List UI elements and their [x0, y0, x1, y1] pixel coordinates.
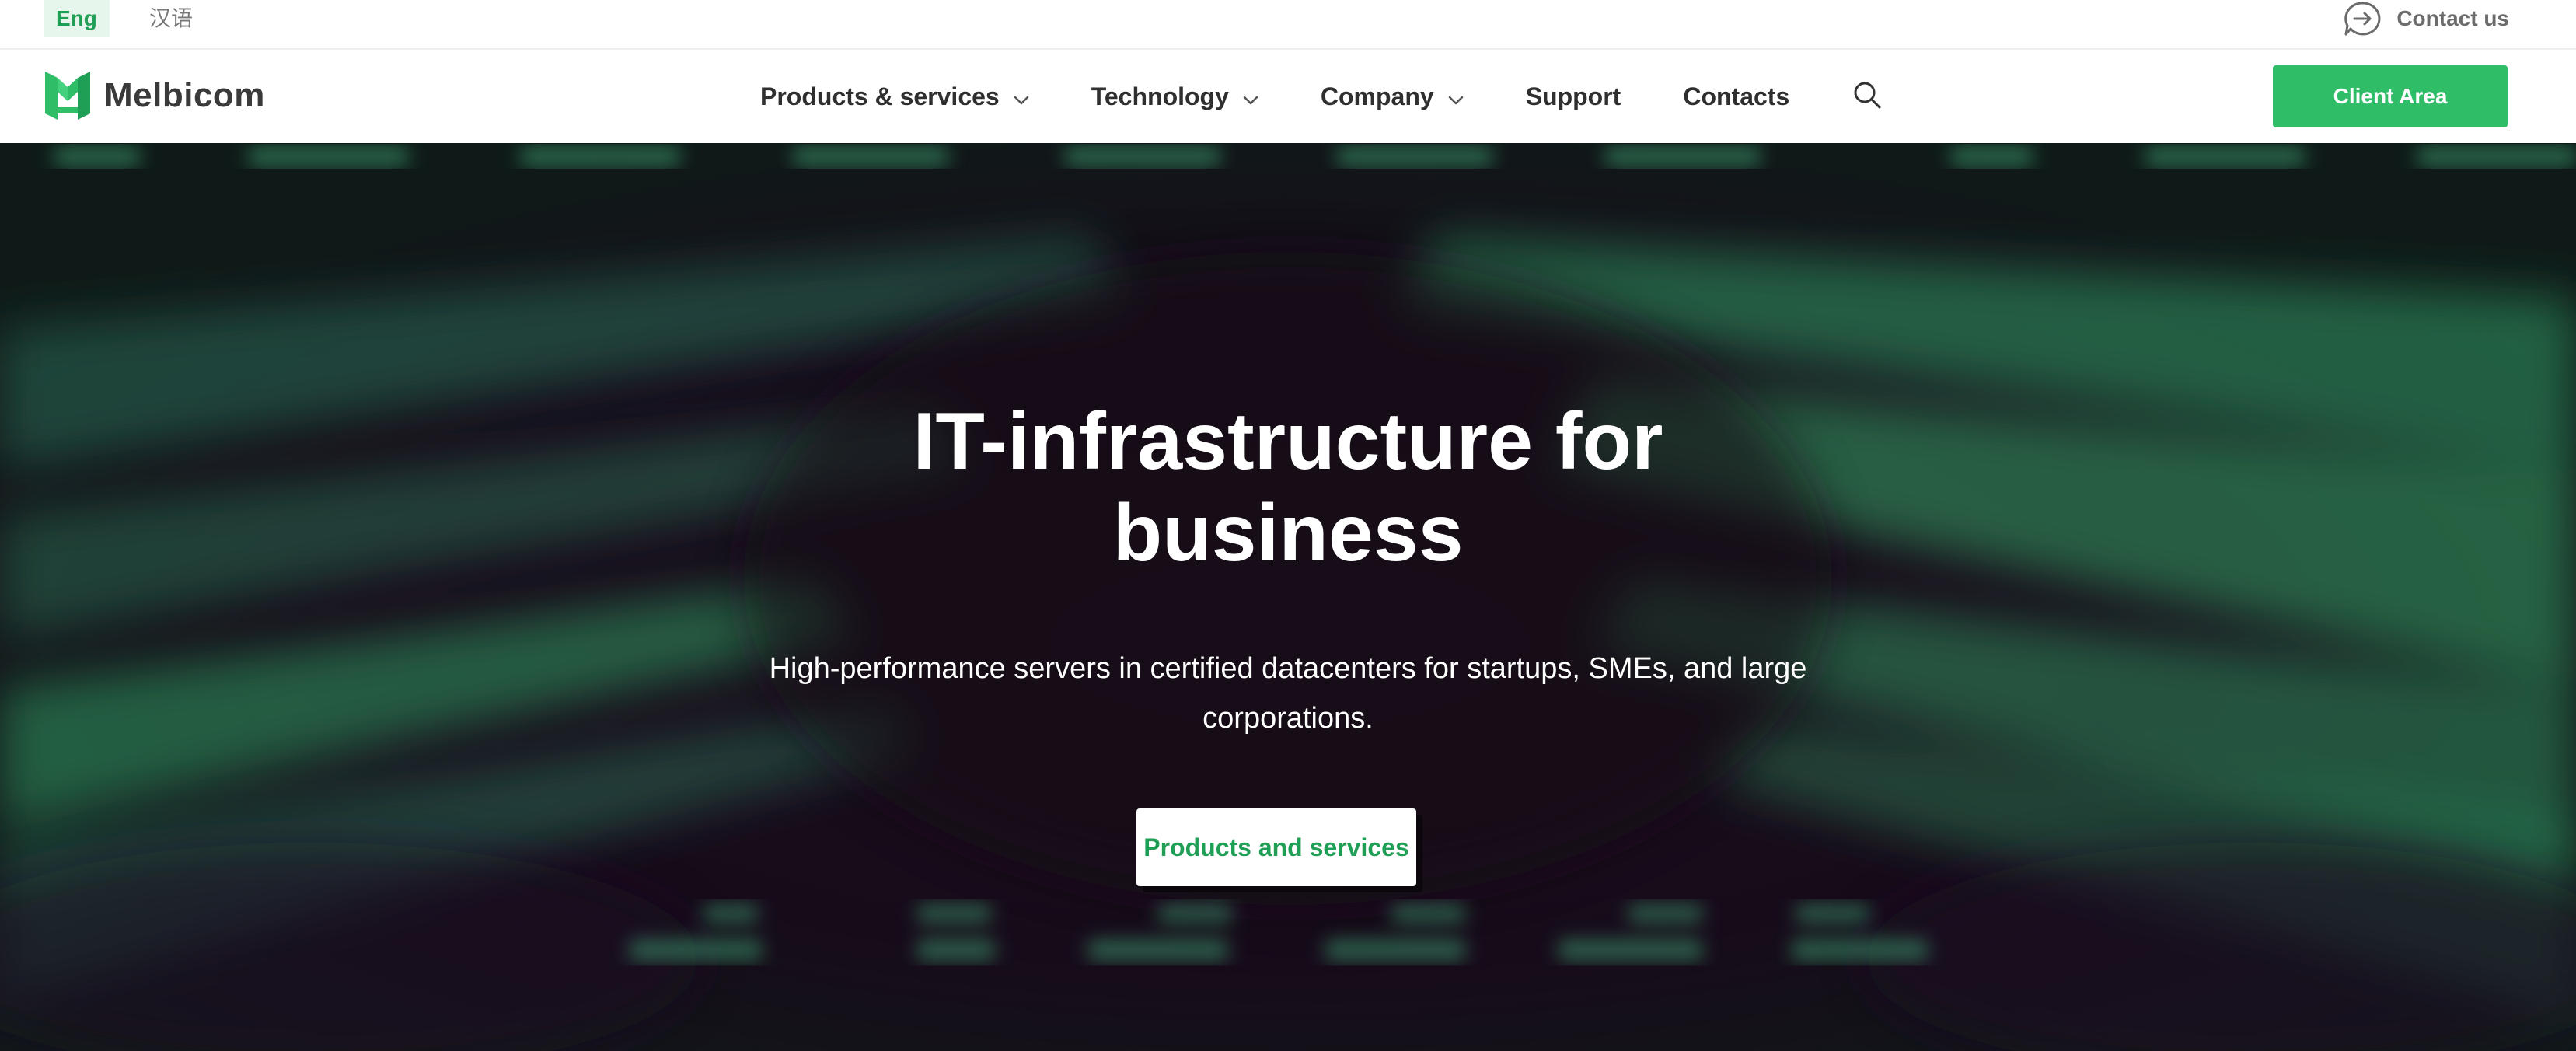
top-utility-bar: Eng 汉语 Contact us: [0, 0, 2576, 50]
chevron-down-icon: [1448, 82, 1464, 111]
nav-item-products-services[interactable]: Products & services: [760, 82, 1029, 111]
chat-arrow-icon: [2344, 1, 2382, 37]
hero-content: IT-infrastructure for business High-perf…: [0, 143, 2576, 1051]
nav-item-label: Contacts: [1683, 82, 1790, 110]
hero-section: IT-infrastructure for business High-perf…: [0, 143, 2576, 1051]
search-icon: [1852, 79, 1883, 114]
contact-us-label: Contact us: [2396, 6, 2509, 30]
nav-item-technology[interactable]: Technology: [1091, 82, 1258, 111]
main-navbar: Melbicom Products & services Technology …: [0, 50, 2576, 143]
nav-item-support[interactable]: Support: [1526, 82, 1621, 111]
nav-item-company[interactable]: Company: [1321, 82, 1464, 111]
client-area-button[interactable]: Client Area: [2273, 65, 2508, 127]
nav-item-label: Support: [1525, 82, 1621, 110]
chevron-down-icon: [1014, 82, 1029, 111]
search-button[interactable]: [1852, 79, 1883, 114]
hero-title: IT-infrastructure for business: [744, 396, 1832, 579]
hero-title-line-2: business: [1112, 488, 1464, 578]
melbicom-logo-mark-icon: [44, 67, 92, 125]
nav-item-label: Company: [1320, 82, 1434, 110]
hero-title-line-1: IT-infrastructure for: [913, 396, 1663, 487]
nav-item-contacts[interactable]: Contacts: [1683, 82, 1789, 111]
nav-item-label: Technology: [1091, 82, 1229, 110]
hero-subtitle: High-performance servers in certified da…: [769, 652, 1807, 735]
products-and-services-button[interactable]: Products and services: [1136, 808, 1416, 886]
chevron-down-icon: [1243, 82, 1258, 111]
language-option-eng[interactable]: Eng: [44, 0, 110, 37]
contact-us-link[interactable]: Contact us: [2344, 0, 2509, 37]
logo-text: Melbicom: [104, 76, 265, 114]
language-option-chinese[interactable]: 汉语: [137, 0, 205, 37]
melbicom-logo[interactable]: Melbicom: [44, 68, 265, 123]
nav-item-label: Products & services: [760, 82, 1000, 110]
primary-nav: Products & services Technology Company S…: [760, 50, 1883, 143]
